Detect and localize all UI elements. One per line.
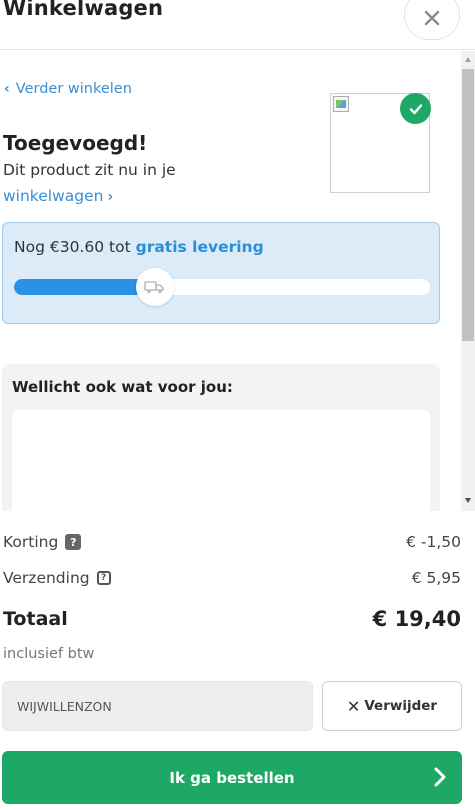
free-shipping-prefix: Nog €30.60 tot <box>14 238 131 256</box>
shipping-progress-bar <box>14 268 430 306</box>
shipping-cost-label: Verzending <box>3 569 90 587</box>
free-shipping-highlight: gratis levering <box>135 238 264 256</box>
total-row: Totaal € 19,40 <box>3 607 461 631</box>
free-shipping-text: Nog €30.60 tot gratis levering <box>14 238 264 256</box>
remove-coupon-label: Verwijder <box>364 698 438 714</box>
help-icon[interactable]: ? <box>65 534 82 550</box>
chevron-right-icon <box>434 767 446 787</box>
cart-link-label: winkelwagen <box>3 187 104 205</box>
discount-row: Korting ? € -1,50 <box>3 533 461 551</box>
total-value: € 19,40 <box>372 607 461 631</box>
chevron-left-icon: ‹ <box>4 81 10 97</box>
scroll-down-icon[interactable] <box>465 498 471 503</box>
added-text: Dit product zit nu in je <box>3 161 176 179</box>
shipping-cost-value: € 5,95 <box>411 569 461 587</box>
discount-label: Korting <box>3 533 59 551</box>
delivery-truck-icon <box>136 268 174 306</box>
cart-header: Winkelwagen <box>0 0 475 50</box>
scrollbar-thumb[interactable] <box>462 69 474 341</box>
suggestions-title: Wellicht ook wat voor jou: <box>12 378 233 396</box>
close-icon: ✕ <box>346 696 361 716</box>
page-title: Winkelwagen <box>3 0 164 20</box>
cart-scroll-area[interactable]: ‹ Verder winkelen Toegevoegd! Dit produc… <box>0 51 475 511</box>
suggestions-box: Wellicht ook wat voor jou: <box>2 364 440 511</box>
order-summary: Korting ? € -1,50 Verzending ? € 5,95 To… <box>0 511 475 810</box>
added-title: Toegevoegd! <box>3 131 148 155</box>
discount-value: € -1,50 <box>406 533 461 551</box>
remove-coupon-button[interactable]: ✕ Verwijder <box>322 681 462 731</box>
cart-link[interactable]: winkelwagen › <box>3 187 113 205</box>
free-shipping-box: Nog €30.60 tot gratis levering <box>2 222 440 324</box>
chevron-right-icon: › <box>107 189 114 205</box>
scrollbar[interactable] <box>461 51 475 511</box>
total-label: Totaal <box>3 608 68 630</box>
coupon-code-input[interactable] <box>2 681 313 731</box>
checkmark-icon <box>400 93 431 124</box>
checkout-label: Ik ga bestellen <box>169 768 295 787</box>
broken-image-icon <box>333 96 349 112</box>
shipping-cost-row: Verzending ? € 5,95 <box>3 569 461 587</box>
suggestions-list <box>12 410 430 511</box>
continue-shopping-link[interactable]: ‹ Verder winkelen <box>4 81 132 97</box>
shipping-progress-fill <box>14 279 155 295</box>
close-icon <box>424 10 440 26</box>
close-button[interactable] <box>404 0 460 40</box>
info-icon[interactable]: ? <box>96 571 111 585</box>
checkout-button[interactable]: Ik ga bestellen <box>2 751 462 804</box>
continue-shopping-label: Verder winkelen <box>15 81 132 97</box>
scroll-up-icon[interactable] <box>465 57 471 62</box>
vat-note: inclusief btw <box>3 646 95 662</box>
